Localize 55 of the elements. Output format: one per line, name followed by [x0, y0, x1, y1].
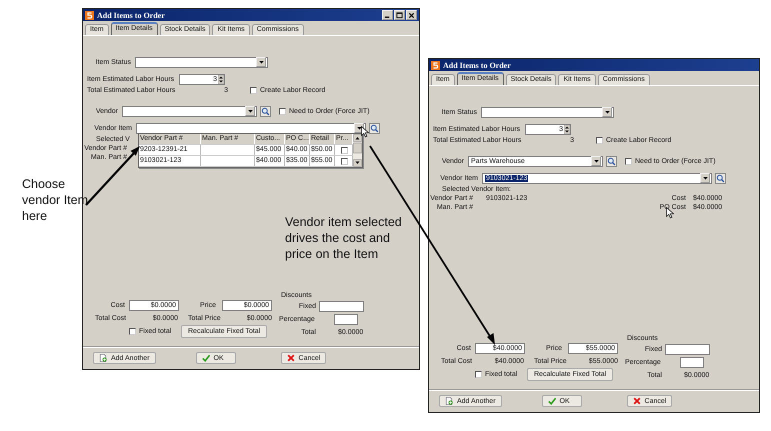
- document-plus-icon: [445, 397, 453, 405]
- search-icon: [716, 174, 725, 182]
- checkbox[interactable]: [475, 371, 482, 378]
- search-icon: [370, 124, 379, 132]
- minimize-button[interactable]: [382, 10, 393, 20]
- close-icon: [408, 12, 415, 18]
- search-button[interactable]: [606, 156, 617, 166]
- dropdown-button[interactable]: [602, 107, 612, 117]
- search-icon: [261, 106, 270, 116]
- checkbox[interactable]: [596, 136, 603, 144]
- scrollbar[interactable]: [353, 134, 362, 167]
- window-title: Add Items to Order: [443, 60, 511, 70]
- fixed-discount-field[interactable]: [665, 344, 710, 355]
- checkbox[interactable]: [340, 158, 348, 164]
- search-button[interactable]: [369, 122, 380, 134]
- caret-icon: [248, 110, 252, 112]
- annotation-text: Vendor item selected drives the cost and price on the Item: [285, 214, 403, 262]
- percentage-field[interactable]: [680, 357, 704, 368]
- spinner-arrows-icon: [218, 74, 224, 84]
- caret-icon: [702, 176, 708, 180]
- checkbox[interactable]: [625, 158, 632, 164]
- dropdown-button[interactable]: [700, 173, 710, 183]
- item-status-dropdown[interactable]: [481, 106, 614, 118]
- checkbox[interactable]: [129, 328, 136, 335]
- checkbox[interactable]: [250, 86, 257, 94]
- app-logo-icon: [431, 60, 440, 70]
- close-button[interactable]: [406, 10, 417, 20]
- checkbox[interactable]: [340, 146, 348, 154]
- percentage-field[interactable]: [334, 314, 358, 325]
- document-plus-icon: [99, 354, 107, 362]
- checkbox[interactable]: [279, 108, 286, 114]
- dropdown-button[interactable]: [245, 106, 255, 116]
- caret-icon: [356, 126, 362, 130]
- app-logo-icon: [85, 10, 94, 20]
- vendor-dropdown[interactable]: [122, 106, 257, 116]
- search-button[interactable]: [260, 106, 271, 116]
- cross-icon: [632, 397, 641, 405]
- caret-icon: [594, 160, 598, 162]
- maximize-button[interactable]: [394, 10, 405, 20]
- search-icon: [607, 156, 616, 166]
- caret-icon: [604, 110, 610, 114]
- checkmark-icon: [548, 397, 556, 405]
- window-title: Add Items to Order: [97, 10, 165, 20]
- caret-icon: [258, 60, 264, 64]
- checkmark-icon: [202, 354, 210, 362]
- dropdown-button[interactable]: [256, 57, 266, 67]
- vendor-item-dropdown[interactable]: [136, 122, 366, 134]
- maximize-icon: [396, 12, 403, 18]
- spinner-arrows-icon: [564, 124, 570, 134]
- dropdown-button[interactable]: [591, 156, 601, 166]
- item-status-dropdown[interactable]: [135, 56, 268, 68]
- mouse-pointer-icon: [666, 207, 674, 219]
- search-button[interactable]: [715, 172, 726, 184]
- fixed-discount-field[interactable]: [319, 301, 364, 312]
- cross-icon: [286, 354, 295, 362]
